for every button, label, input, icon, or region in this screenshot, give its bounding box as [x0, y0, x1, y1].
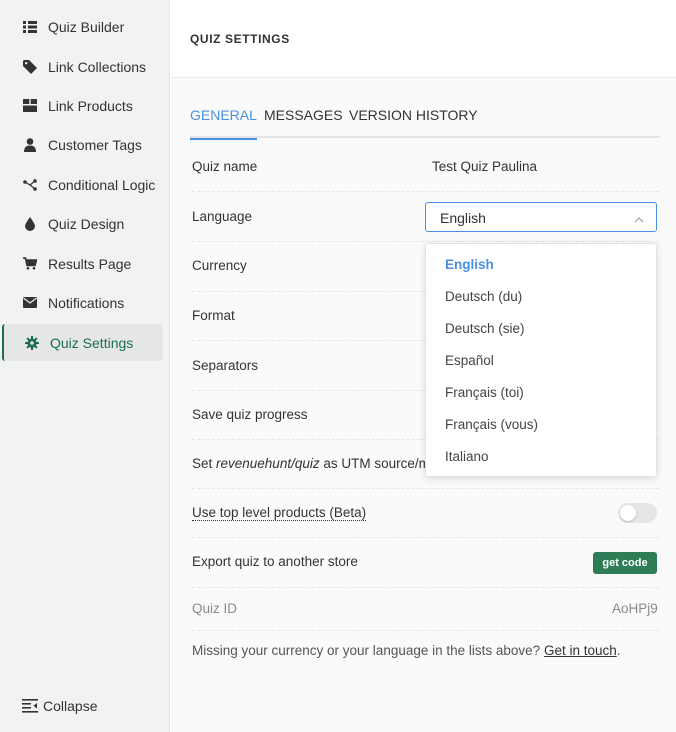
quiz-name-label: Quiz name: [192, 159, 258, 174]
main-content: QUIZ SETTINGS GENERAL MESSAGES VERSION H…: [171, 0, 676, 732]
sidebar-item-label: Quiz Design: [48, 215, 125, 232]
sidebar-item-results-page[interactable]: Results Page: [4, 245, 163, 282]
envelope-icon: [22, 295, 38, 311]
sidebar-item-label: Notifications: [48, 294, 125, 311]
collapse-icon: [22, 698, 38, 714]
settings-tabs: GENERAL MESSAGES VERSION HISTORY: [190, 105, 660, 140]
language-option[interactable]: Français (toi): [445, 385, 524, 400]
collapse-label: Collapse: [43, 698, 98, 714]
gear-icon: [24, 335, 40, 351]
cart-icon: [22, 256, 38, 272]
language-option[interactable]: English: [445, 257, 494, 272]
sidebar-item-customer-tags[interactable]: Customer Tags: [4, 126, 163, 163]
format-label: Format: [192, 308, 235, 323]
sidebar-item-label: Customer Tags: [48, 136, 142, 153]
language-option[interactable]: Français (vous): [445, 417, 538, 432]
language-label: Language: [192, 209, 253, 224]
tab-general[interactable]: GENERAL: [190, 107, 257, 140]
top-level-label: Use top level products (Beta): [192, 505, 367, 521]
language-option[interactable]: Deutsch (sie): [445, 321, 525, 336]
tab-version-history[interactable]: VERSION HISTORY: [349, 107, 478, 140]
drop-icon: [22, 216, 38, 232]
language-dropdown: English Deutsch (du) Deutsch (sie) Españ…: [425, 243, 657, 477]
chevron-up-icon: [634, 212, 644, 223]
footer-note-trailing: .: [616, 643, 621, 658]
footer-note-text: Missing your currency or your language i…: [192, 643, 544, 658]
sidebar-item-label: Link Products: [48, 97, 133, 114]
user-icon: [22, 137, 38, 153]
sidebar-item-conditional-logic[interactable]: Conditional Logic: [4, 166, 163, 203]
currency-label: Currency: [192, 258, 247, 273]
sidebar-item-link-products[interactable]: Link Products: [4, 87, 163, 124]
sidebar-item-quiz-builder[interactable]: Quiz Builder: [4, 8, 163, 45]
quiz-id-row: Quiz ID: [192, 588, 659, 631]
collapse-button[interactable]: Collapse: [22, 698, 97, 714]
separators-label: Separators: [192, 358, 259, 373]
footer-note: Missing your currency or your language i…: [192, 643, 621, 658]
top-level-products-toggle[interactable]: [618, 503, 657, 523]
language-select-value: English: [440, 210, 486, 226]
export-label: Export quiz to another store: [192, 554, 358, 569]
page-header: QUIZ SETTINGS: [171, 0, 676, 78]
language-select[interactable]: English: [425, 202, 657, 232]
sidebar-item-quiz-settings[interactable]: Quiz Settings: [2, 324, 163, 361]
sidebar-item-label: Results Page: [48, 255, 132, 272]
sidebar: Quiz Builder Link Collections Link Produ…: [0, 0, 170, 732]
toggle-knob: [620, 505, 636, 521]
save-progress-label: Save quiz progress: [192, 407, 308, 422]
sidebar-item-label: Quiz Builder: [48, 18, 125, 35]
top-level-row: Use top level products (Beta): [192, 489, 659, 538]
tag-icon: [22, 59, 38, 75]
quiz-id-value: AoHPj9: [612, 601, 658, 616]
quiz-id-label: Quiz ID: [192, 601, 238, 616]
utm-label: Set revenuehunt/quiz as UTM source/me: [192, 456, 437, 471]
get-in-touch-link[interactable]: Get in touch: [544, 643, 617, 658]
language-option[interactable]: Español: [445, 353, 494, 368]
sidebar-item-label: Link Collections: [48, 58, 147, 75]
list-icon: [22, 19, 38, 35]
export-row: Export quiz to another store: [192, 538, 659, 588]
quiz-name-value[interactable]: Test Quiz Paulina: [432, 159, 537, 174]
utm-label-suffix: as UTM source/me: [319, 456, 438, 471]
tab-messages[interactable]: MESSAGES: [264, 107, 343, 140]
box-icon: [22, 98, 38, 114]
get-code-button[interactable]: get code: [593, 552, 657, 574]
language-option[interactable]: Deutsch (du): [445, 289, 522, 304]
sidebar-item-label: Conditional Logic: [48, 176, 156, 193]
utm-label-source: revenuehunt/quiz: [216, 456, 320, 471]
language-option[interactable]: Italiano: [445, 449, 489, 464]
sidebar-item-label: Quiz Settings: [50, 334, 134, 351]
utm-label-prefix: Set: [192, 456, 217, 471]
branch-icon: [22, 177, 38, 193]
sidebar-item-notifications[interactable]: Notifications: [4, 284, 163, 321]
sidebar-item-quiz-design[interactable]: Quiz Design: [4, 205, 163, 242]
sidebar-item-link-collections[interactable]: Link Collections: [4, 48, 163, 85]
page-title: QUIZ SETTINGS: [190, 32, 290, 46]
quiz-name-row: Quiz name Test Quiz Paulina: [192, 143, 659, 192]
